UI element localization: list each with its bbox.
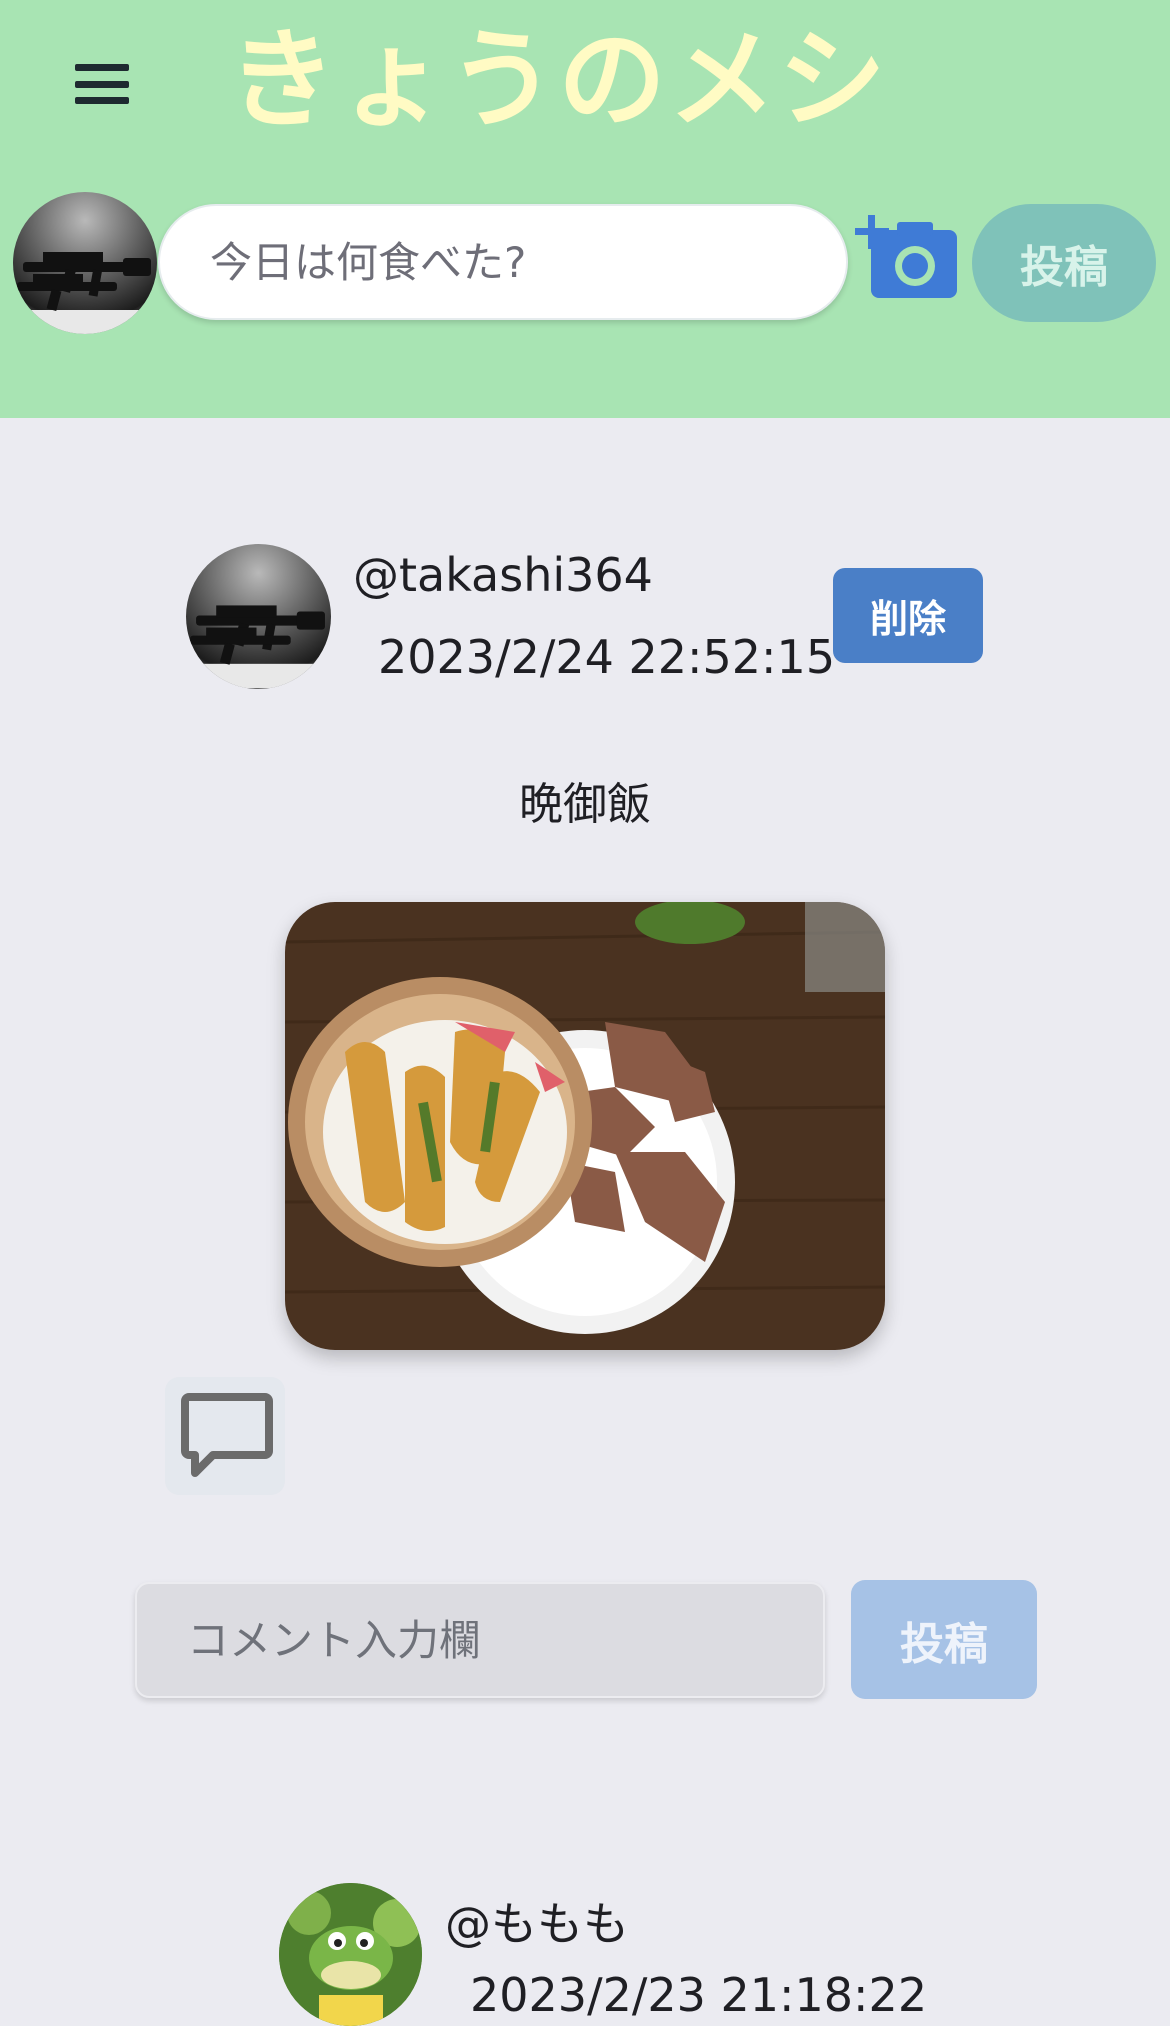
post-author-avatar[interactable] bbox=[186, 544, 331, 689]
post-text-input[interactable] bbox=[158, 204, 848, 320]
app-header: きょうのメシ 投稿 bbox=[0, 0, 1170, 418]
post-submit-button[interactable]: 投稿 bbox=[972, 204, 1156, 322]
post-author-avatar[interactable] bbox=[279, 1883, 422, 2026]
rifle-avatar-image bbox=[186, 605, 331, 688]
add-photo-camera-icon[interactable] bbox=[855, 210, 961, 310]
current-user-avatar[interactable] bbox=[13, 192, 157, 334]
comment-submit-button[interactable]: 投稿 bbox=[851, 1580, 1037, 1699]
comment-bubble-icon[interactable] bbox=[165, 1377, 285, 1495]
post-username[interactable]: @takashi364 bbox=[353, 548, 653, 602]
post-food-photo[interactable] bbox=[285, 902, 885, 1350]
post-timestamp: 2023/2/24 22:52:15 bbox=[378, 630, 836, 684]
app-title: きょうのメシ bbox=[228, 18, 889, 143]
crocodile-mascot-avatar-image bbox=[279, 1883, 422, 2026]
post-username[interactable]: @ももも bbox=[445, 1888, 629, 1954]
post-timestamp: 2023/2/23 21:18:22 bbox=[470, 1968, 928, 2022]
post-caption: 晩御飯 bbox=[519, 779, 651, 830]
comment-input[interactable] bbox=[135, 1582, 825, 1698]
rifle-avatar-image bbox=[13, 252, 157, 334]
hamburger-menu-icon[interactable] bbox=[75, 64, 129, 104]
delete-post-button[interactable]: 削除 bbox=[833, 568, 983, 663]
